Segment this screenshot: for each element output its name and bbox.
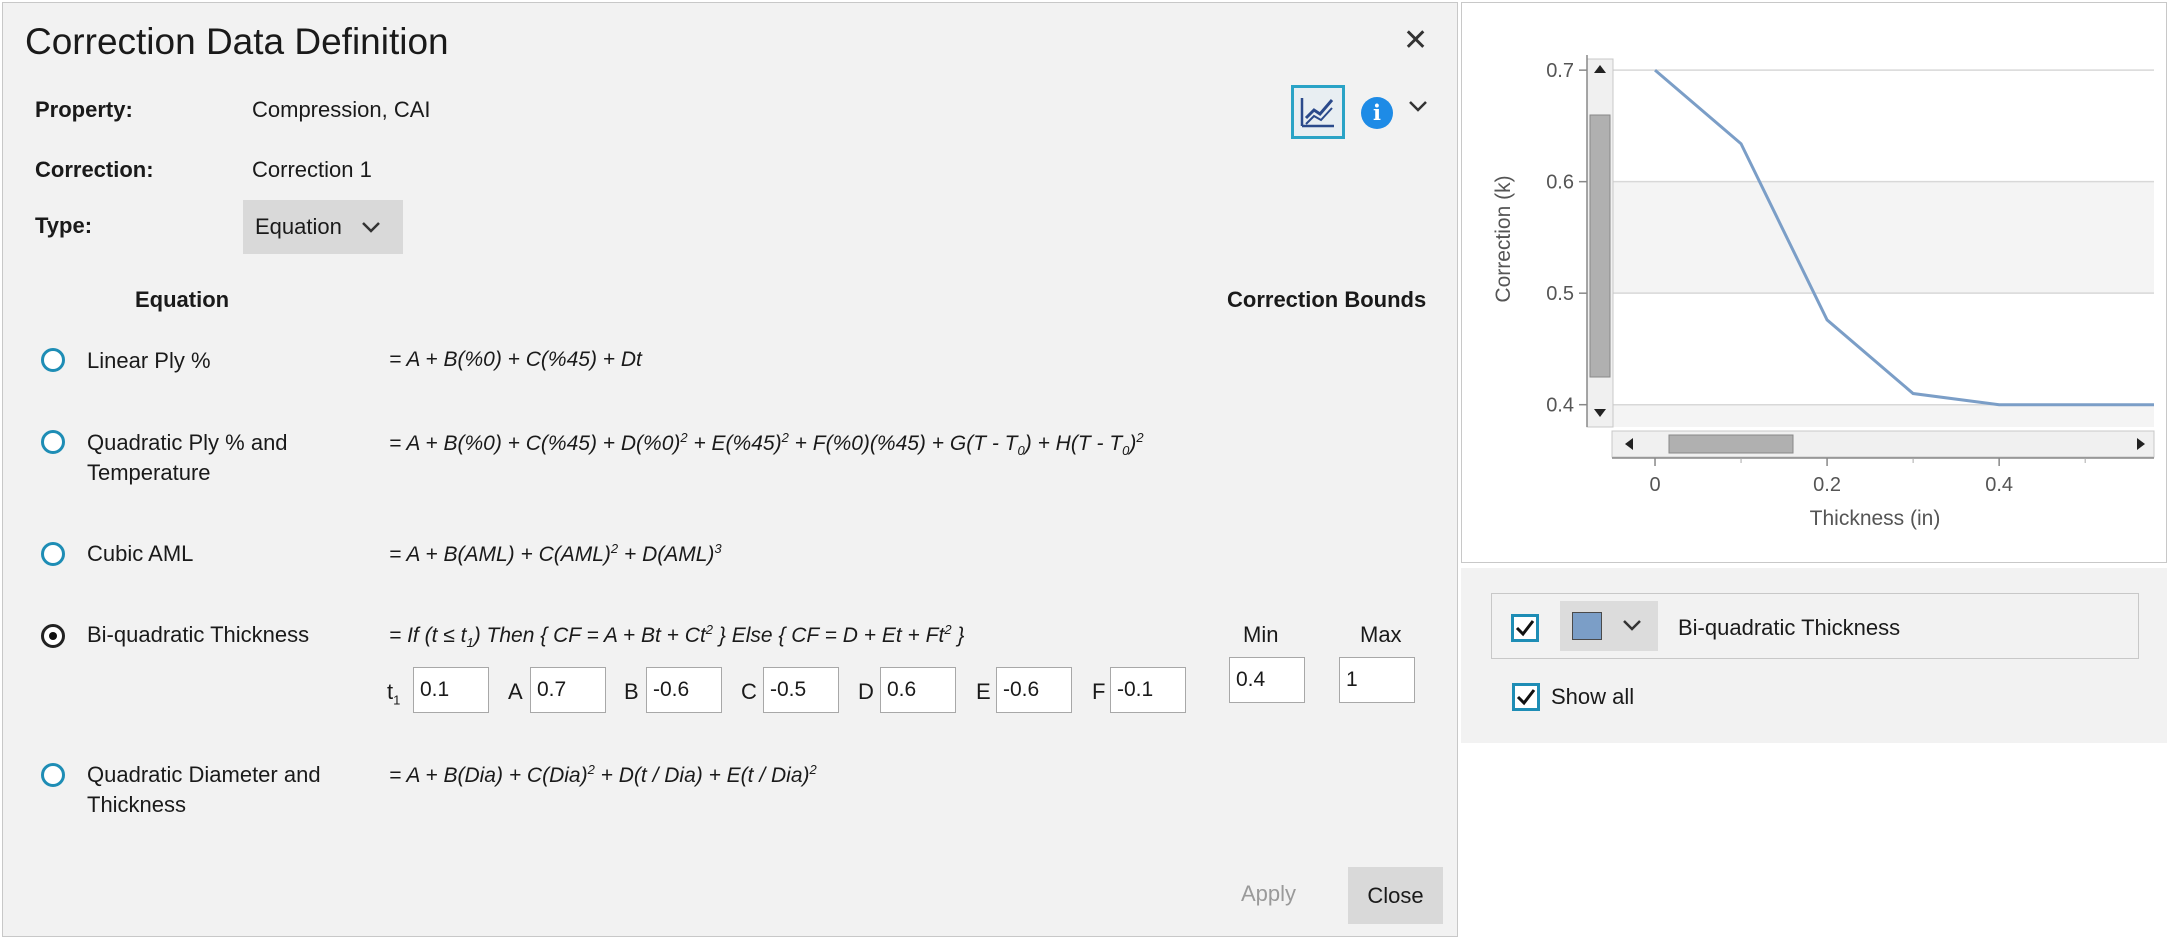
correction-chart: 0.4 0.5 0.6 0.7 0 0.2 0.4 Thickness (in) Correct… xyxy=(1492,55,2155,530)
option-quadratic-ply-temp-label2: Temperature xyxy=(87,460,211,485)
param-c-label: C xyxy=(741,679,757,704)
param-d-label: D xyxy=(858,679,874,704)
vertical-scrollbar xyxy=(1586,58,1614,428)
correction-label: Correction: xyxy=(35,157,154,182)
chart-icon xyxy=(1300,98,1334,128)
equation-bi-quadratic: = If (t ≤ t1) Then { CF = A + Bt + Ct2 }… xyxy=(389,622,965,651)
checkmark-icon xyxy=(1515,620,1535,637)
equation-header: Equation xyxy=(135,287,230,312)
option-bi-quadratic-label: Bi-quadratic Thickness xyxy=(87,622,310,647)
param-t1-label: t1 xyxy=(387,679,401,708)
radio-bi-quadratic-thickness[interactable] xyxy=(41,624,65,648)
type-dropdown-value: Equation xyxy=(255,214,342,239)
equation-quadratic-diameter: = A + B(Dia) + C(Dia)2 + D(t / Dia) + E(… xyxy=(389,762,817,787)
grid-band xyxy=(1612,293,2154,405)
series-color-swatch xyxy=(1572,612,1602,640)
grid-band xyxy=(1612,181,2154,294)
x-tick-label: 0.2 xyxy=(1813,474,1841,496)
param-c-input[interactable]: -0.5 xyxy=(763,667,839,713)
horizontal-scrollbar-thumb xyxy=(1668,434,1794,454)
checkmark-icon xyxy=(1516,689,1536,706)
chevron-down-icon[interactable] xyxy=(1407,99,1429,113)
close-button[interactable]: Close xyxy=(1348,867,1443,924)
type-dropdown[interactable]: Equation xyxy=(243,200,403,254)
param-f-input[interactable]: -0.1 xyxy=(1110,667,1186,713)
equation-quadratic-ply-temp: = A + B(%0) + C(%45) + D(%0)2 + E(%45)2 … xyxy=(389,430,1144,459)
radio-cubic-aml[interactable] xyxy=(41,542,65,566)
close-icon[interactable]: ✕ xyxy=(1403,23,1428,58)
y-tick-label: 0.7 xyxy=(1546,60,1574,82)
radio-quadratic-ply-temp[interactable] xyxy=(41,430,65,454)
param-b-label: B xyxy=(624,679,639,704)
x-tick-label: 0.4 xyxy=(1985,474,2013,496)
property-value: Compression, CAI xyxy=(252,97,431,122)
series-checkbox[interactable] xyxy=(1511,614,1539,642)
bounds-min-label: Min xyxy=(1243,622,1279,647)
correction-value: Correction 1 xyxy=(252,157,372,182)
param-a-input[interactable]: 0.7 xyxy=(530,667,606,713)
correction-dialog: Correction Data Definition ✕ Property: C… xyxy=(2,2,1458,937)
radio-linear-ply[interactable] xyxy=(41,348,65,372)
option-cubic-aml-label: Cubic AML xyxy=(87,541,194,566)
bounds-max-label: Max xyxy=(1360,622,1402,647)
show-all-checkbox[interactable] xyxy=(1512,683,1540,711)
show-all-label: Show all xyxy=(1551,684,1635,709)
chevron-down-icon[interactable] xyxy=(1621,618,1643,632)
grid-band xyxy=(1612,70,2154,182)
bounds-max-input[interactable]: 1 xyxy=(1339,657,1415,703)
bounds-header: Correction Bounds xyxy=(1227,287,1427,312)
option-quadratic-diameter-label2: Thickness xyxy=(87,792,187,817)
chart-toggle-button[interactable] xyxy=(1291,85,1345,139)
param-a-label: A xyxy=(508,679,523,704)
chevron-down-icon xyxy=(361,222,380,233)
bounds-min-input[interactable]: 0.4 xyxy=(1229,657,1305,703)
y-tick-label: 0.4 xyxy=(1546,395,1574,417)
x-axis-label: Thickness (in) xyxy=(1810,507,1941,530)
x-tick-label: 0 xyxy=(1649,474,1660,496)
vertical-scrollbar-thumb xyxy=(1589,114,1611,378)
radio-quadratic-diameter[interactable] xyxy=(41,763,65,787)
dialog-title: Correction Data Definition xyxy=(25,21,449,62)
chart-panel: 0.4 0.5 0.6 0.7 0 0.2 0.4 Thickness (in) Correct… xyxy=(1461,2,2167,563)
chart-grid xyxy=(1612,69,2154,427)
type-label: Type: xyxy=(35,213,93,238)
option-linear-ply-label: Linear Ply % xyxy=(87,348,211,373)
y-tick-label: 0.5 xyxy=(1546,283,1574,305)
property-label: Property: xyxy=(35,97,133,122)
param-d-input[interactable]: 0.6 xyxy=(880,667,956,713)
y-axis-label: Correction (k) xyxy=(1492,175,1515,302)
equation-cubic-aml: = A + B(AML) + C(AML)2 + D(AML)3 xyxy=(389,541,722,566)
option-quadratic-diameter-label: Quadratic Diameter and xyxy=(87,762,321,787)
param-e-label: E xyxy=(976,679,991,704)
grid-band xyxy=(1612,404,2154,427)
horizontal-scrollbar xyxy=(1611,430,2155,458)
param-f-label: F xyxy=(1092,679,1106,704)
close-button-label: Close xyxy=(1367,882,1424,908)
param-t1-input[interactable]: 0.1 xyxy=(413,667,489,713)
param-b-input[interactable]: -0.6 xyxy=(646,667,722,713)
equation-linear-ply: = A + B(%0) + C(%45) + Dt xyxy=(389,348,642,371)
option-quadratic-ply-temp-label: Quadratic Ply % and xyxy=(87,430,288,455)
series-legend-label: Bi-quadratic Thickness xyxy=(1678,615,1901,640)
y-tick-label: 0.6 xyxy=(1546,172,1574,194)
info-icon[interactable]: i xyxy=(1361,97,1393,129)
param-e-input[interactable]: -0.6 xyxy=(996,667,1072,713)
apply-button[interactable]: Apply xyxy=(1241,881,1296,907)
